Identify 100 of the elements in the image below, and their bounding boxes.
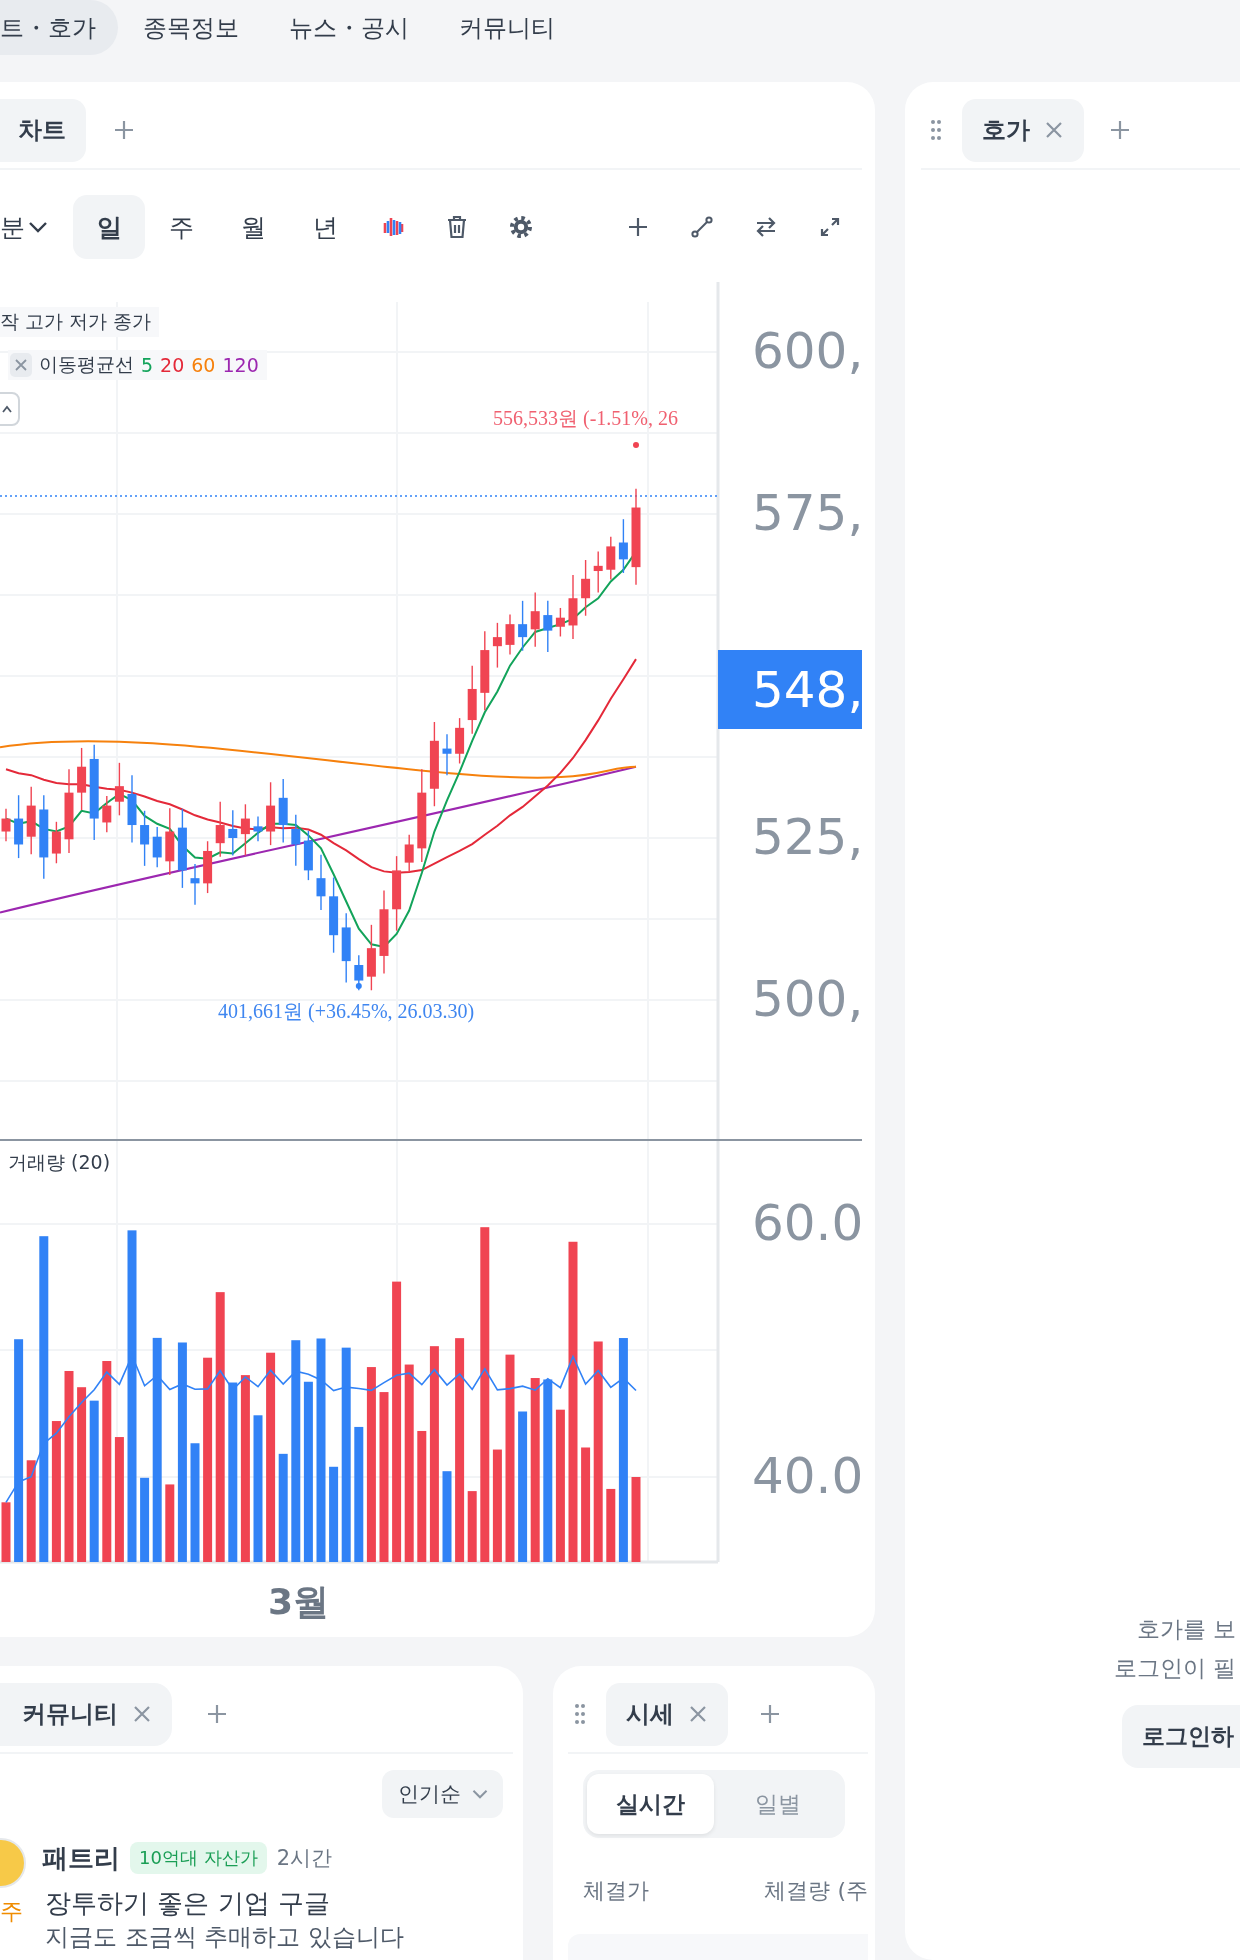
close-icon[interactable] <box>1044 120 1064 140</box>
candle <box>455 717 465 765</box>
panel-tab[interactable]: 호가 <box>962 98 1084 162</box>
low-price-annotation: 401,661원 (+36.45%, 26.03.30) <box>218 999 475 1025</box>
plus-icon[interactable] <box>205 1702 229 1726</box>
price-axis-label: 500, <box>752 970 864 1028</box>
indicator-label: 이동평균선 <box>39 352 134 377</box>
period-button[interactable]: 월 <box>217 195 289 259</box>
nav-tab[interactable]: 종목정보 <box>118 0 264 55</box>
swap-icon[interactable] <box>754 216 778 238</box>
nav-tab[interactable]: 커뮤니티 <box>434 0 580 55</box>
price-axis-label: 600, <box>752 322 864 380</box>
candle <box>530 591 540 648</box>
plus-icon[interactable] <box>758 1702 782 1726</box>
nav-tab[interactable]: 뉴스・공시 <box>264 0 434 55</box>
price-axis-label: 575, <box>752 484 864 542</box>
candle <box>266 781 276 846</box>
candle <box>505 613 515 656</box>
trash-icon[interactable] <box>446 215 468 239</box>
candle <box>568 574 578 640</box>
candle <box>203 840 213 894</box>
volume-bar <box>467 1491 477 1562</box>
line-tool-icon[interactable] <box>691 216 713 238</box>
candle <box>366 924 376 991</box>
ma-period-label: 20 <box>160 354 185 376</box>
panel-tab[interactable]: 시세 <box>606 1682 728 1746</box>
candle-style-icon[interactable] <box>382 215 404 239</box>
author-name[interactable]: 패트리 <box>42 1840 120 1876</box>
candle <box>291 813 301 867</box>
candle <box>190 863 200 906</box>
candle <box>165 807 175 876</box>
candle <box>581 559 591 617</box>
candle <box>618 518 628 574</box>
post-time: 2시간 <box>276 1845 332 1872</box>
segment-tab[interactable]: 실시간 <box>587 1774 714 1834</box>
low-price-marker <box>355 983 362 989</box>
candle <box>114 762 124 817</box>
ohlc-legend: 작 고가 저가 종가 <box>0 307 160 337</box>
candle <box>228 809 238 857</box>
drag-handle-icon[interactable] <box>574 1703 586 1725</box>
period-button[interactable]: 일 <box>73 195 145 259</box>
expand-icon[interactable] <box>819 216 841 238</box>
candle <box>140 810 150 867</box>
settings-icon[interactable] <box>509 215 533 239</box>
candle <box>606 535 616 581</box>
login-button[interactable]: 로그인하 <box>1122 1705 1240 1768</box>
volume-bar <box>1 1502 11 1562</box>
candle <box>467 664 477 735</box>
candle <box>14 794 24 859</box>
candle <box>555 607 565 638</box>
plus-icon[interactable] <box>1108 118 1132 142</box>
candle <box>77 747 87 811</box>
candle <box>518 600 528 652</box>
sort-dropdown[interactable]: 인기순 <box>382 1770 503 1818</box>
current-price-tag: 548, <box>718 650 862 729</box>
candle <box>341 912 351 984</box>
candle <box>278 778 288 844</box>
volume-legend: 거래량 (20) <box>8 1150 111 1176</box>
plus-icon[interactable] <box>112 118 136 142</box>
candle <box>354 954 364 991</box>
candle <box>404 834 414 874</box>
caret-up-icon <box>2 405 12 413</box>
post-body: 지금도 조금씩 추매하고 있습니다 <box>45 1923 405 1951</box>
high-price-annotation: 556,533원 (-1.51%, 26 <box>493 406 678 432</box>
period-button[interactable]: 주 <box>145 195 217 259</box>
price-axis-label: 525, <box>752 808 864 866</box>
candle <box>316 854 326 911</box>
candle <box>127 774 137 844</box>
candle <box>152 826 162 868</box>
login-prompt-text: 로그인이 필 <box>1113 1654 1236 1683</box>
nav-tab[interactable]: 트・호가 <box>0 0 118 55</box>
candle <box>240 803 250 857</box>
crosshair-icon[interactable] <box>626 215 650 239</box>
candle <box>253 815 263 842</box>
date-axis-label: 3월 <box>268 1580 330 1624</box>
period-button[interactable]: 년 <box>289 195 361 259</box>
close-icon[interactable] <box>132 1704 152 1724</box>
remove-indicator-button[interactable] <box>10 353 32 377</box>
ma-period-label: 120 <box>222 354 259 376</box>
candle <box>303 830 313 881</box>
volume-axis-label: 40.0 <box>752 1447 864 1505</box>
candle <box>492 622 502 669</box>
column-header: 체결가 <box>583 1877 649 1905</box>
close-icon <box>15 359 27 371</box>
ma-period-label: 5 <box>141 354 154 376</box>
close-icon[interactable] <box>688 1704 708 1724</box>
column-header: 체결량 (주 <box>764 1877 868 1905</box>
high-price-marker <box>633 442 639 448</box>
candle <box>26 786 36 855</box>
login-prompt-text: 호가를 보 <box>1136 1615 1236 1644</box>
drag-handle-icon[interactable] <box>930 119 942 141</box>
candle <box>51 821 61 864</box>
avatar-caption: 주 <box>0 1897 24 1926</box>
interval-dropdown[interactable]: 분 <box>0 195 56 259</box>
panel-tab[interactable]: 차트 <box>0 98 86 162</box>
candle <box>215 801 225 858</box>
candle <box>102 795 112 833</box>
panel-tab[interactable]: 커뮤니티 <box>0 1682 172 1746</box>
author-badge: 10억대 자산가 <box>130 1842 267 1874</box>
post-title[interactable]: 장투하기 좋은 기업 구글 <box>45 1886 513 1921</box>
